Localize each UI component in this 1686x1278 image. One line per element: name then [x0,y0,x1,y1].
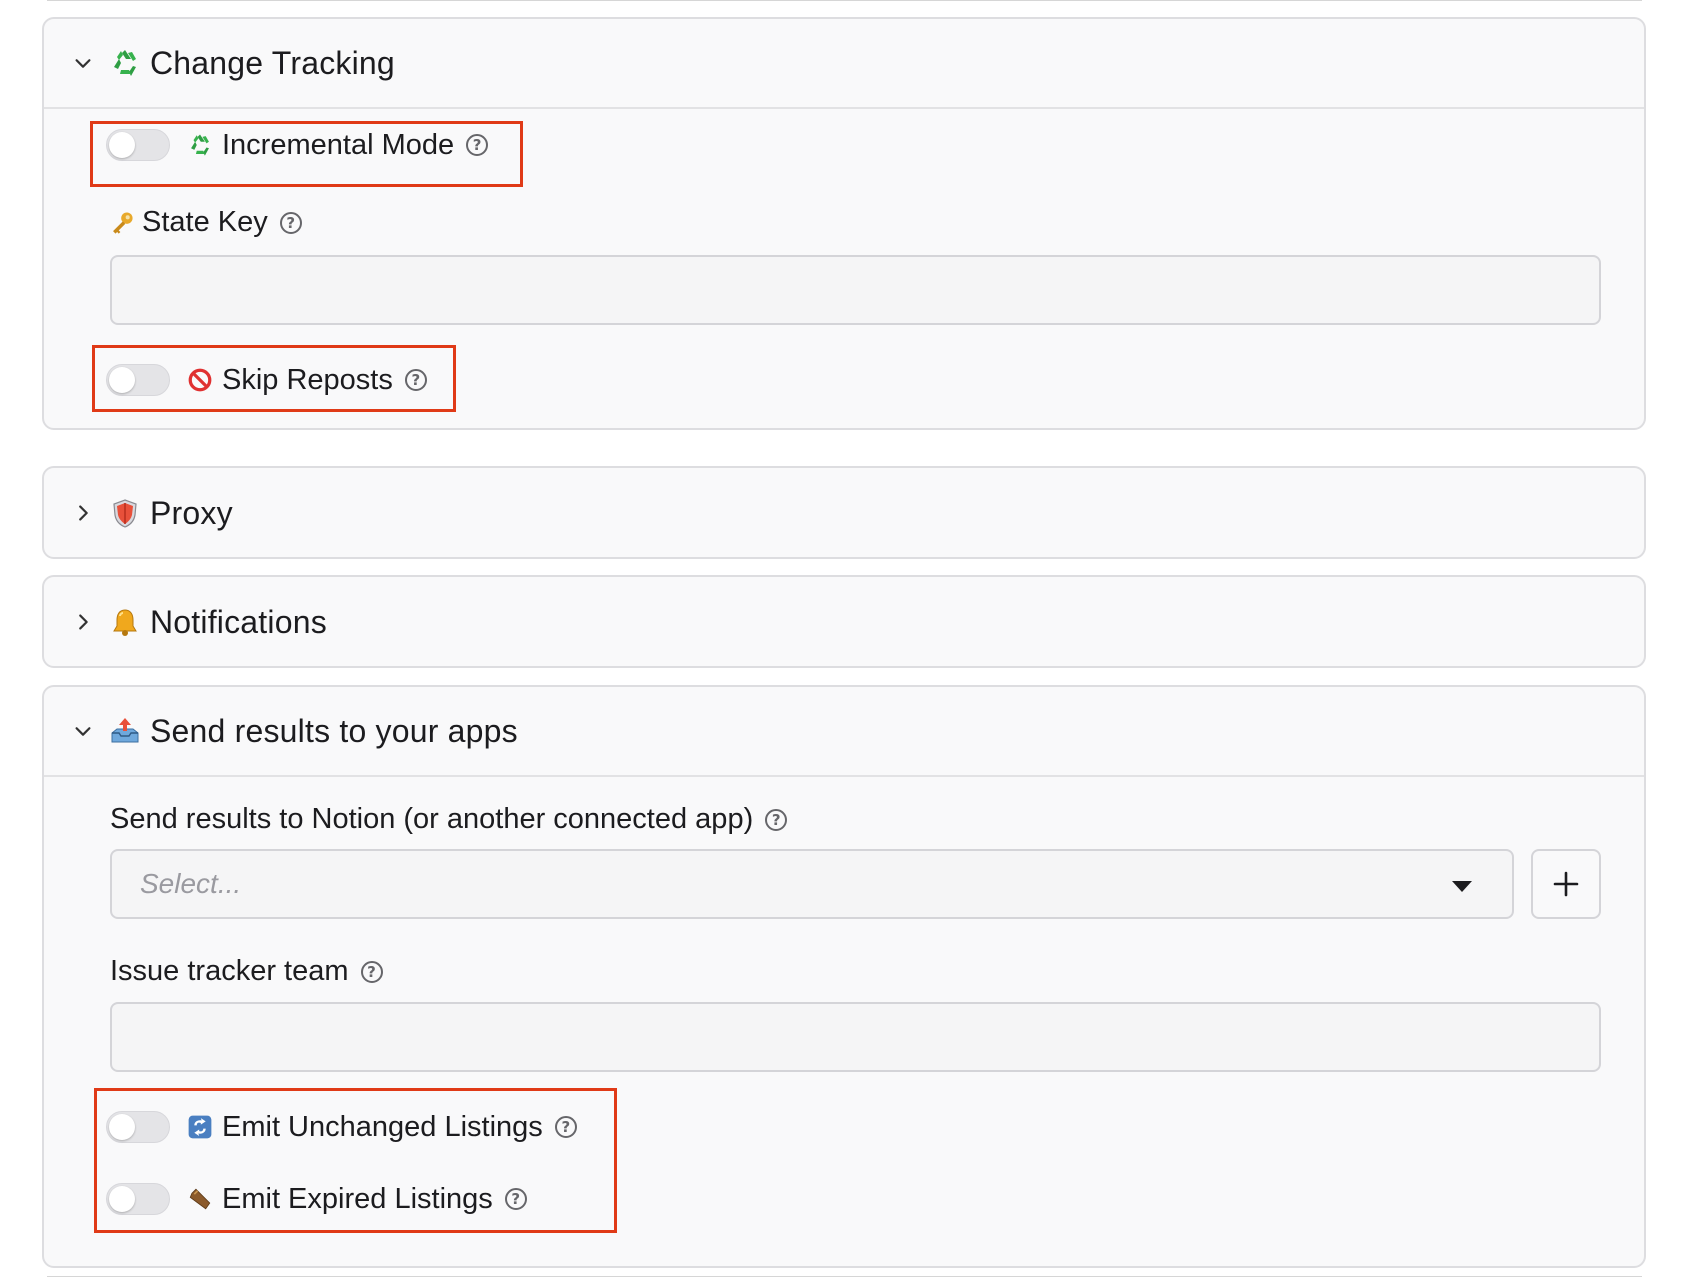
state-key-input[interactable] [110,255,1601,325]
help-icon[interactable]: ? [279,211,302,234]
emit-unchanged-row: Emit Unchanged Listings ? [106,1107,577,1147]
help-icon[interactable]: ? [360,960,383,983]
coffin-icon [186,1185,214,1213]
section-title: Change Tracking [150,44,395,81]
emit-expired-label: Emit Expired Listings [222,1182,493,1215]
issue-tracker-label: Issue tracker team [110,955,349,987]
recycle-icon [108,46,142,80]
notion-app-label-row: Send results to Notion (or another conne… [110,803,788,836]
outbox-tray-icon [108,714,142,748]
emit-expired-row: Emit Expired Listings ? [106,1179,527,1219]
section-notifications: Notifications [42,575,1646,668]
section-header-notifications[interactable]: Notifications [44,577,1644,666]
bell-icon [108,605,142,639]
bottom-divider [47,1276,1642,1277]
skip-reposts-label: Skip Reposts [222,363,393,396]
emit-expired-toggle[interactable] [106,1183,170,1215]
arrows-counterclockwise-icon [186,1113,214,1141]
emit-unchanged-toggle[interactable] [106,1111,170,1143]
emit-unchanged-label: Emit Unchanged Listings [222,1110,543,1143]
section-title: Notifications [150,603,327,640]
toggle-knob [109,1186,135,1212]
top-divider [47,0,1642,1]
incremental-mode-row: Incremental Mode ? [106,125,489,165]
help-icon[interactable]: ? [504,1188,527,1210]
toggle-knob [109,132,135,158]
section-header-change-tracking[interactable]: Change Tracking [44,19,1644,109]
notion-app-label: Send results to Notion (or another conne… [110,803,754,835]
section-title: Proxy [150,494,233,531]
select-placeholder: Select... [140,868,242,899]
issue-tracker-label-row: Issue tracker team ? [110,955,383,988]
plus-icon [1553,871,1579,897]
chevron-down-icon[interactable] [70,50,96,76]
chevron-down-icon[interactable] [70,718,96,744]
help-icon[interactable]: ? [466,134,489,156]
chevron-right-icon[interactable] [70,500,96,526]
skip-reposts-toggle[interactable] [106,364,170,396]
section-header-proxy[interactable]: Proxy [44,468,1644,557]
no-entry-icon [186,366,214,394]
help-icon[interactable]: ? [404,369,427,391]
incremental-mode-toggle[interactable] [106,129,170,161]
help-icon[interactable]: ? [554,1116,577,1138]
state-key-label-row: State Key ? [108,206,302,239]
help-icon[interactable]: ? [765,808,788,831]
section-title: Send results to your apps [150,712,518,749]
skip-reposts-row: Skip Reposts ? [106,360,427,400]
toggle-knob [109,367,135,393]
incremental-mode-label: Incremental Mode [222,128,455,161]
add-app-button[interactable] [1531,849,1601,919]
notion-app-select[interactable]: Select... [110,849,1514,919]
issue-tracker-input[interactable] [110,1002,1601,1072]
key-icon [108,209,136,237]
state-key-label: State Key [142,206,268,238]
chevron-right-icon[interactable] [70,609,96,635]
recycle-icon [186,131,214,159]
caret-down-icon [1452,881,1472,892]
section-header-send-results[interactable]: Send results to your apps [44,687,1644,777]
shield-icon [108,496,142,530]
toggle-knob [109,1114,135,1140]
section-proxy: Proxy [42,466,1646,559]
